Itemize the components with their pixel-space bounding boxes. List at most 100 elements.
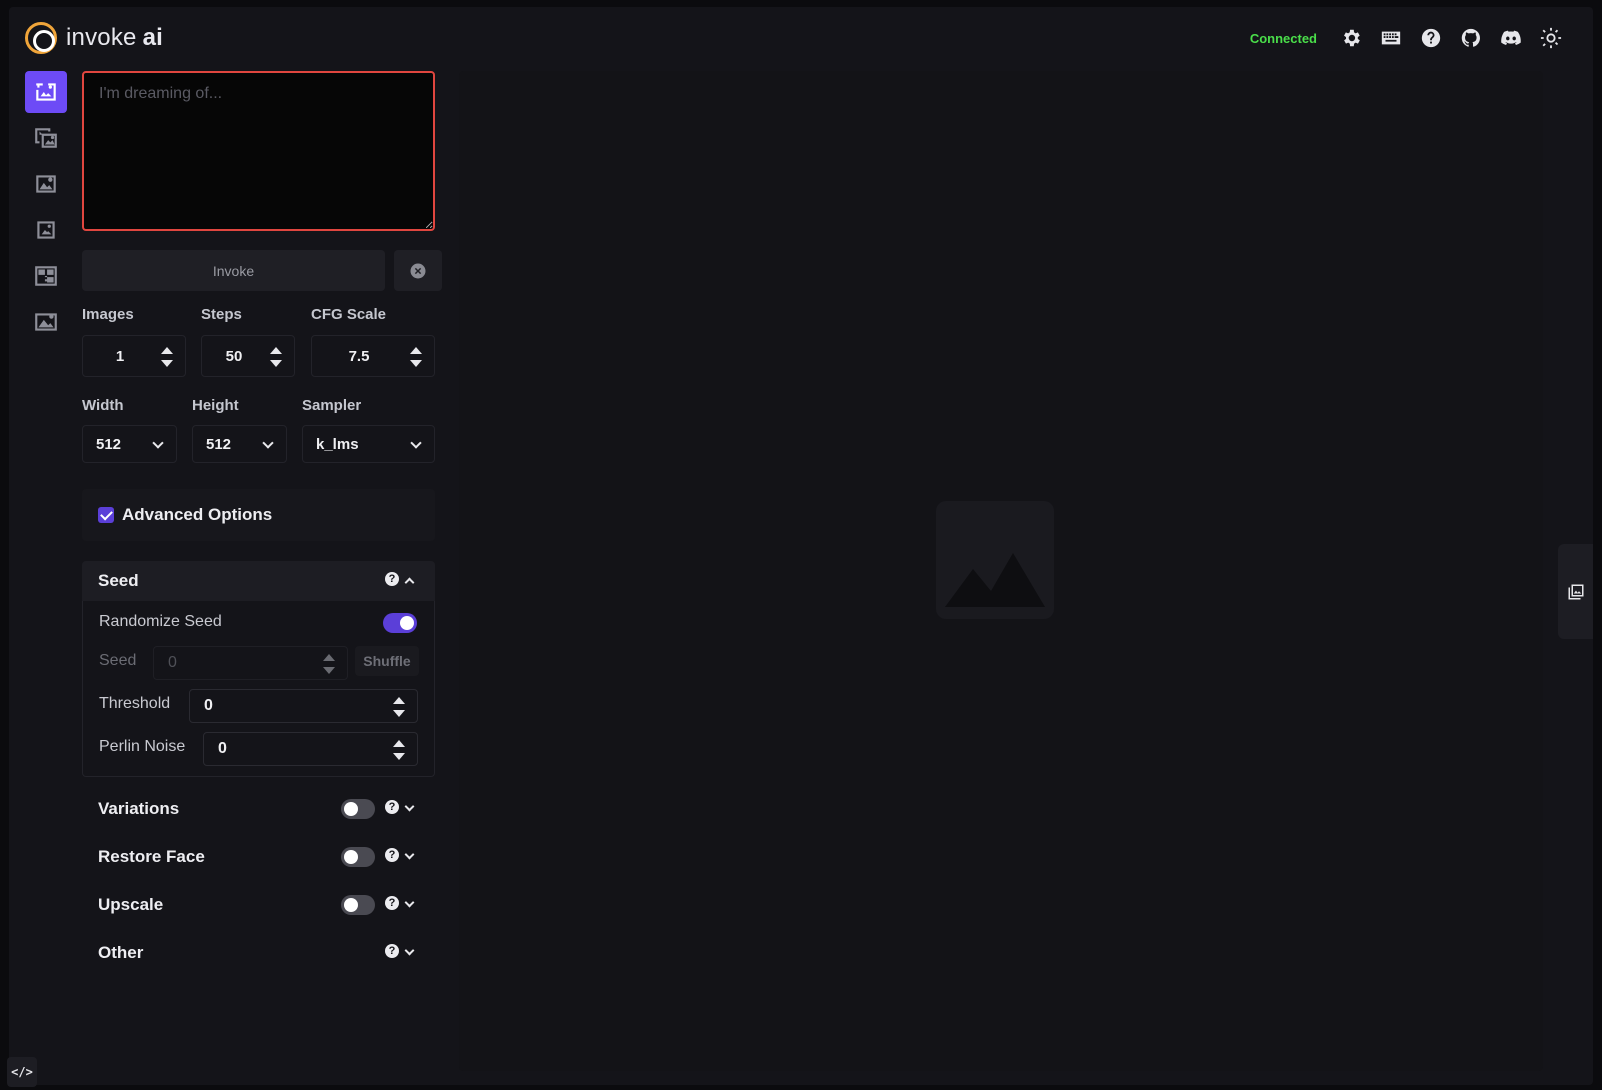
advanced-options-row: Advanced Options [82, 489, 435, 541]
settings-button[interactable] [1331, 25, 1371, 51]
steps-input[interactable]: 50 [201, 335, 295, 377]
width-label: Width [82, 397, 124, 414]
help-icon [1421, 28, 1441, 48]
gallery-toggle-button[interactable] [1558, 544, 1593, 639]
discord-link[interactable] [1491, 25, 1531, 51]
seed-input[interactable]: 0 [153, 646, 348, 680]
perlin-noise-stepper[interactable] [393, 740, 405, 760]
cfg-scale-input[interactable]: 7.5 [311, 335, 435, 377]
header-toolbar: Connected [1250, 25, 1571, 51]
theme-icon [1540, 27, 1562, 49]
tab-inpainting[interactable] [25, 163, 67, 205]
restore-face-toggle[interactable] [341, 847, 375, 867]
height-value: 512 [206, 435, 232, 453]
chevron-up-icon [404, 577, 415, 588]
app-window: invoke ai Connected I'm dreaming of... I… [9, 7, 1593, 1085]
height-select[interactable]: 512 [192, 425, 287, 463]
chevron-down-icon [404, 801, 415, 812]
cancel-button[interactable] [394, 250, 442, 291]
chevron-down-icon [152, 437, 164, 449]
variations-accordion-header[interactable]: Variations ? [82, 789, 435, 829]
shuffle-button[interactable]: Shuffle [355, 646, 419, 676]
threshold-value: 0 [204, 697, 213, 714]
images-stepper[interactable] [161, 347, 173, 367]
tab-rail [25, 71, 67, 347]
github-link[interactable] [1451, 25, 1491, 51]
variations-toggle[interactable] [341, 799, 375, 819]
upscale-toggle[interactable] [341, 895, 375, 915]
height-label: Height [192, 397, 239, 414]
options-panel: Invoke Images Steps CFG Scale 1 50 7.5 W… [82, 71, 442, 962]
outpainting-icon [37, 221, 55, 239]
threshold-input[interactable]: 0 [189, 689, 418, 723]
theme-toggle[interactable] [1531, 25, 1571, 51]
randomize-seed-toggle[interactable] [383, 613, 417, 633]
discord-icon [1501, 30, 1521, 45]
seed-value: 0 [168, 654, 177, 671]
logo-icon [25, 22, 57, 54]
tab-nodes[interactable] [25, 255, 67, 297]
perlin-noise-value: 0 [218, 740, 227, 757]
text-to-image-icon [36, 83, 56, 101]
console-toggle-button[interactable]: </> [7, 1057, 37, 1087]
chevron-down-icon [262, 437, 274, 449]
steps-label: Steps [201, 306, 242, 323]
github-icon [1461, 28, 1480, 47]
randomize-seed-label: Randomize Seed [99, 613, 222, 630]
threshold-stepper[interactable] [393, 697, 405, 717]
cfg-scale-value: 7.5 [348, 347, 370, 365]
tab-post-processing[interactable] [25, 301, 67, 343]
perlin-noise-input[interactable]: 0 [203, 732, 418, 766]
prompt-input[interactable] [82, 71, 435, 231]
help-icon[interactable]: ? [385, 848, 399, 862]
advanced-options-checkbox[interactable] [98, 507, 114, 523]
tab-text-to-image[interactable] [25, 71, 67, 113]
seed-section-title: Seed [98, 571, 139, 590]
upscale-title: Upscale [98, 895, 164, 914]
help-icon[interactable]: ? [385, 896, 399, 910]
tab-image-to-image[interactable] [25, 117, 67, 159]
other-title: Other [98, 943, 144, 962]
images-input[interactable]: 1 [82, 335, 186, 377]
hotkeys-button[interactable] [1371, 25, 1411, 51]
tab-outpainting[interactable] [25, 209, 67, 251]
cfg-scale-stepper[interactable] [410, 347, 422, 367]
variations-title: Variations [98, 799, 180, 818]
connection-status: Connected [1249, 30, 1317, 46]
sampler-label: Sampler [302, 397, 362, 414]
mountain-image-icon [945, 553, 1045, 607]
help-icon[interactable]: ? [385, 944, 399, 958]
advanced-options-label: Advanced Options [122, 505, 273, 524]
restore-face-accordion-header[interactable]: Restore Face ? [82, 837, 435, 877]
logo-text: invoke ai [66, 24, 163, 52]
sampler-select[interactable]: k_lms [302, 425, 435, 463]
restore-face-title: Restore Face [98, 847, 205, 866]
invoke-row: Invoke [82, 250, 442, 291]
seed-accordion-header[interactable]: Seed ? [82, 561, 435, 601]
help-icon[interactable]: ? [385, 572, 399, 586]
chevron-down-icon [404, 897, 415, 908]
image-placeholder [936, 501, 1054, 619]
help-button[interactable] [1411, 25, 1451, 51]
upscale-accordion-header[interactable]: Upscale ? [82, 885, 435, 925]
gallery-icon [1568, 584, 1583, 599]
image-to-image-icon [35, 128, 57, 148]
images-value: 1 [115, 347, 125, 365]
logo-text-bold: ai [142, 24, 163, 51]
steps-stepper[interactable] [270, 347, 282, 367]
chevron-down-icon [410, 437, 422, 449]
other-accordion-header[interactable]: Other ? [82, 933, 435, 973]
cancel-icon [410, 263, 426, 278]
seed-label: Seed [99, 652, 137, 669]
perlin-noise-label: Perlin Noise [99, 738, 186, 755]
post-processing-icon [35, 313, 57, 331]
seed-stepper[interactable] [323, 654, 335, 674]
cfg-scale-label: CFG Scale [311, 306, 387, 323]
chevron-down-icon [404, 849, 415, 860]
sampler-value: k_lms [316, 435, 359, 453]
invoke-button[interactable]: Invoke [82, 250, 385, 291]
help-icon[interactable]: ? [385, 800, 399, 814]
logo: invoke ai [25, 22, 163, 54]
seed-section-body: Randomize Seed Seed 0 Shuffle Threshold … [82, 601, 435, 777]
width-select[interactable]: 512 [82, 425, 177, 463]
